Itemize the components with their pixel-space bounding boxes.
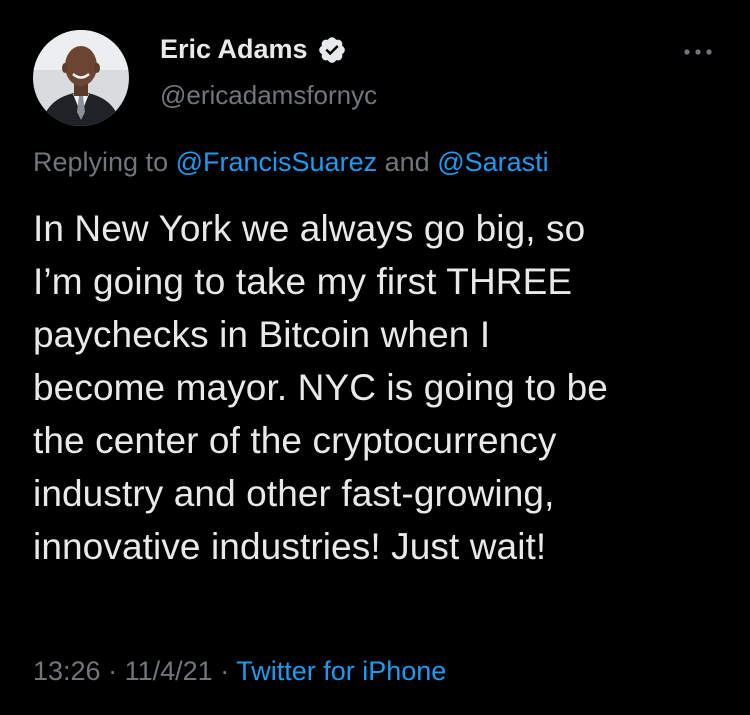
tweet-text-line: paychecks in Bitcoin when I: [33, 314, 491, 355]
replying-to: Replying to @FrancisSuarez and @Sarasti: [33, 147, 549, 178]
author-name-row: Eric Adams: [160, 34, 347, 65]
replying-to-joiner: and: [384, 147, 430, 177]
tweet-date[interactable]: 11/4/21: [125, 656, 213, 686]
meta-separator: ·: [220, 656, 230, 686]
tweet-text-line: become mayor. NYC is going to be: [33, 367, 608, 408]
author-handle[interactable]: @ericadamsfornyc: [160, 80, 377, 111]
tweet-text-line: In New York we always go big, so: [33, 208, 586, 249]
tweet-time[interactable]: 13:26: [33, 656, 101, 686]
replying-to-label: Replying to: [33, 147, 169, 177]
tweet-text-line: innovative industries! Just wait!: [33, 526, 547, 567]
tweet-text-line: I’m going to take my first THREE: [33, 261, 573, 302]
tweet-text-line: industry and other fast-growing,: [33, 473, 555, 514]
tweet: Eric Adams @ericadamsfornyc Replying to …: [0, 0, 750, 715]
verified-badge-icon: [317, 35, 347, 65]
tweet-text-line: the center of the cryptocurrency: [33, 420, 557, 461]
tweet-meta: 13:26 · 11/4/21 · Twitter for iPhone: [33, 656, 446, 687]
author-display-name[interactable]: Eric Adams: [160, 34, 308, 65]
mention-link-francissuarez[interactable]: @FrancisSuarez: [176, 147, 377, 177]
profile-photo: [33, 30, 129, 126]
tweet-text: In New York we always go big, so I’m goi…: [33, 202, 733, 573]
more-options-icon[interactable]: [676, 40, 720, 64]
mention-link-sarasti[interactable]: @Sarasti: [437, 147, 548, 177]
meta-separator: ·: [108, 656, 118, 686]
avatar[interactable]: [33, 30, 129, 126]
tweet-source-link[interactable]: Twitter for iPhone: [236, 656, 446, 686]
